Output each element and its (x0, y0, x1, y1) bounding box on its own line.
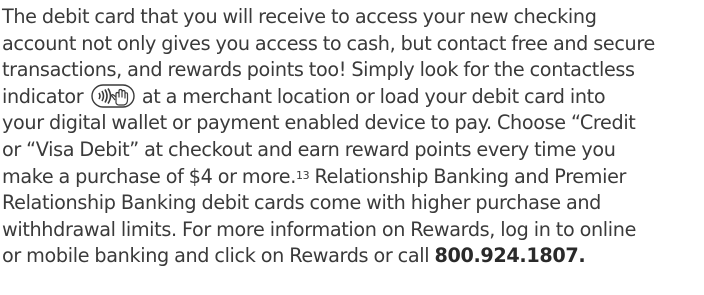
paragraph-line: your digital wallet or payment enabled d… (2, 111, 636, 135)
merchant-text: at a merchant location or load your debi… (141, 84, 606, 108)
purchase-text: make a purchase of $4 or more. (2, 164, 296, 188)
phone-number: 800.924.1807. (434, 244, 586, 268)
relationship-text: Relationship Banking and Premier (309, 164, 627, 188)
paragraph-line: make a purchase of $4 or more.13 Relatio… (2, 164, 702, 191)
paragraph-line: or “Visa Debit” at checkout and earn rew… (2, 137, 616, 161)
indicator-word: indicator (2, 84, 84, 108)
paragraph-line: The debit card that you will receive to … (2, 5, 597, 28)
rewards-paragraph: The debit card that you will receive to … (2, 4, 702, 270)
paragraph-line: account not only gives you access to cas… (2, 31, 655, 55)
paragraph-line: or mobile banking and click on Rewards o… (2, 243, 702, 270)
paragraph-line: Relationship Banking debit cards come wi… (2, 191, 601, 215)
call-text: or mobile banking and click on Rewards o… (2, 244, 435, 268)
contactless-indicator-icon (90, 84, 135, 108)
paragraph-line: withhdrawal limits. For more information… (2, 217, 637, 241)
footnote-marker: 13 (295, 168, 310, 182)
paragraph-line: indicator at a merchant location or load… (2, 84, 702, 111)
paragraph-line: transactions, and rewards points too! Si… (2, 58, 635, 82)
